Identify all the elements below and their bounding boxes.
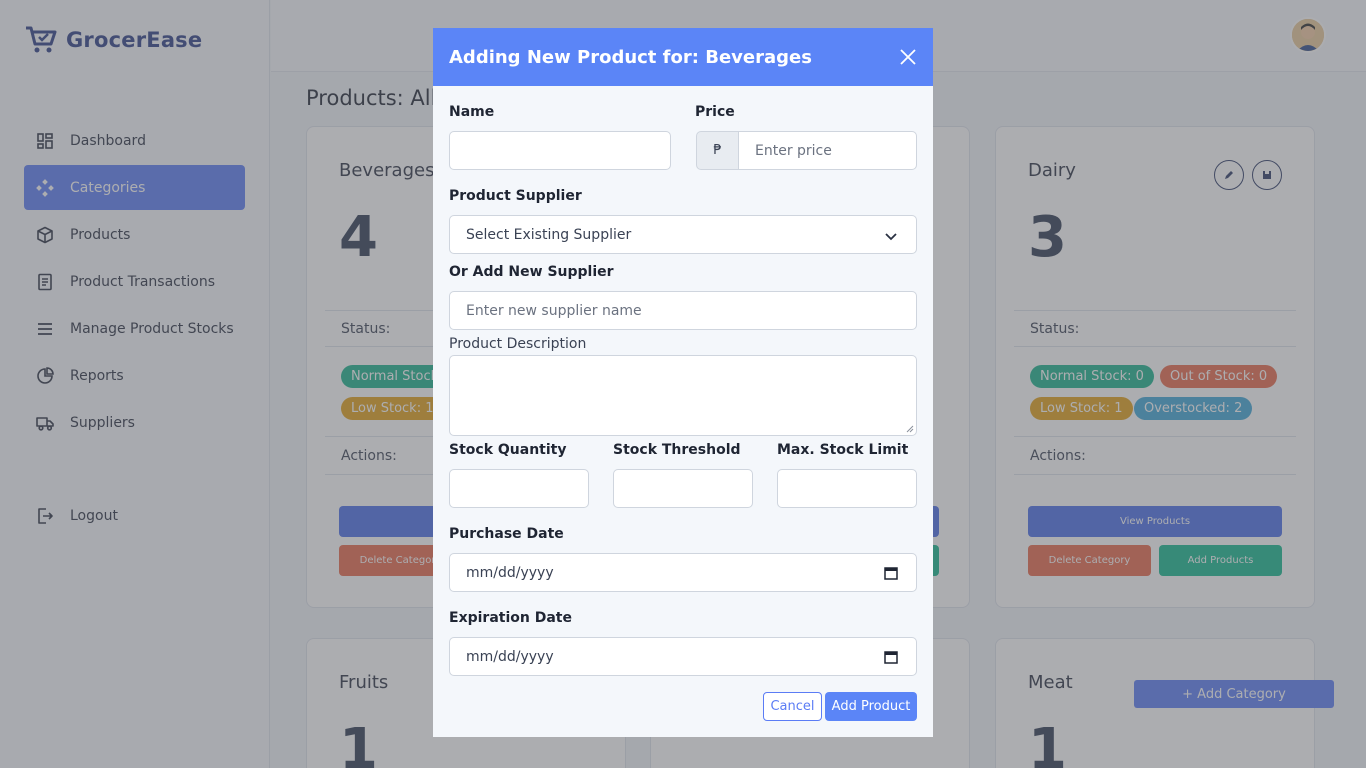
- close-modal-button[interactable]: [897, 46, 919, 68]
- stock-quantity-label: Stock Quantity: [449, 442, 567, 458]
- add-product-button[interactable]: Add Product: [825, 692, 917, 721]
- purchase-date-label: Purchase Date: [449, 526, 564, 542]
- expiration-date-value: mm/dd/yyyy: [466, 648, 554, 665]
- price-label: Price: [695, 104, 735, 120]
- stock-quantity-input[interactable]: [449, 469, 589, 508]
- price-input[interactable]: Enter price: [738, 131, 917, 170]
- resize-handle-icon[interactable]: [906, 425, 914, 433]
- new-supplier-input[interactable]: Enter new supplier name: [449, 291, 917, 330]
- description-label: Product Description: [449, 336, 587, 352]
- supplier-select-value: Select Existing Supplier: [466, 226, 632, 243]
- max-stock-label: Max. Stock Limit: [777, 442, 909, 458]
- expiration-date-input[interactable]: mm/dd/yyyy: [449, 637, 917, 676]
- modal-header: Adding New Product for: Beverages: [433, 28, 933, 86]
- description-textarea[interactable]: [449, 355, 917, 436]
- max-stock-input[interactable]: [777, 469, 917, 508]
- name-input[interactable]: [449, 131, 671, 170]
- purchase-date-value: mm/dd/yyyy: [466, 564, 554, 581]
- supplier-select[interactable]: Select Existing Supplier: [449, 215, 917, 254]
- expiration-date-label: Expiration Date: [449, 610, 572, 626]
- stock-threshold-label: Stock Threshold: [613, 442, 741, 458]
- calendar-icon[interactable]: [884, 566, 898, 580]
- purchase-date-input[interactable]: mm/dd/yyyy: [449, 553, 917, 592]
- close-icon: [900, 49, 916, 65]
- supplier-label: Product Supplier: [449, 188, 582, 204]
- chevron-down-icon: [885, 233, 897, 241]
- cancel-button[interactable]: Cancel: [763, 692, 822, 721]
- calendar-icon[interactable]: [884, 650, 898, 664]
- currency-addon: ₱: [696, 131, 739, 170]
- new-supplier-label: Or Add New Supplier: [449, 264, 614, 280]
- add-product-modal: Adding New Product for: Beverages Name P…: [433, 28, 933, 737]
- stock-threshold-input[interactable]: [613, 469, 753, 508]
- name-label: Name: [449, 104, 495, 120]
- modal-title: Adding New Product for: Beverages: [449, 46, 812, 68]
